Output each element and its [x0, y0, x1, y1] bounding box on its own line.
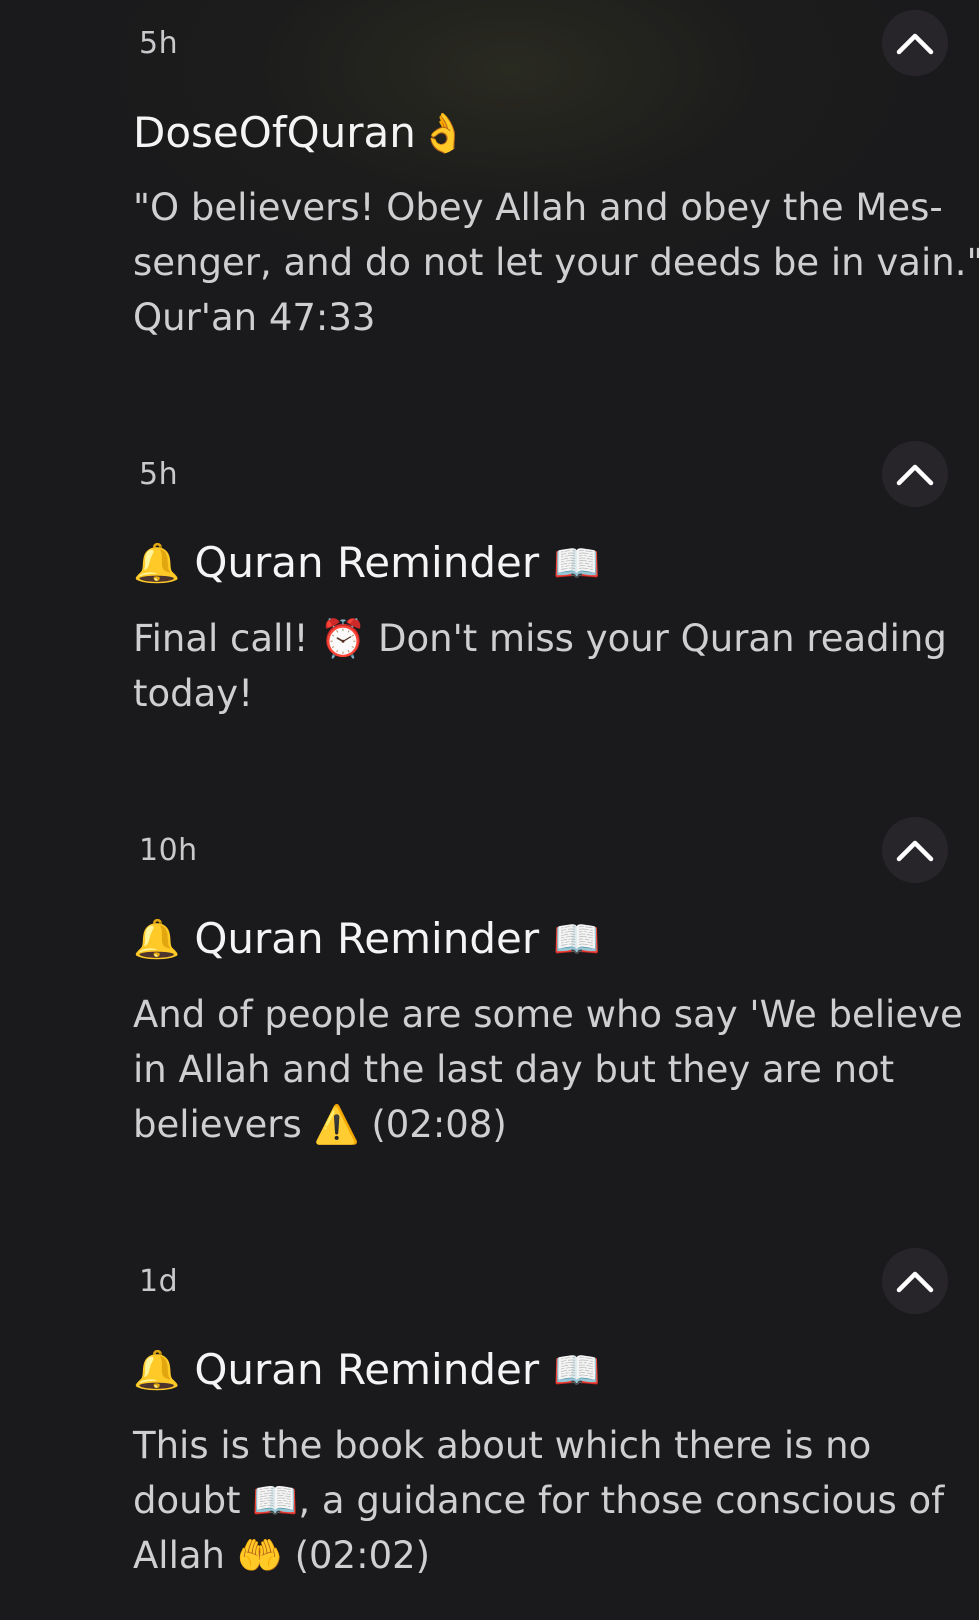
chevron-up-icon — [896, 840, 934, 862]
notification-time: 10h — [139, 833, 198, 868]
chevron-up-icon — [896, 464, 934, 486]
collapse-button[interactable] — [882, 10, 948, 76]
bell-icon: 🔔 — [133, 916, 181, 961]
body-line: And of people are some who say 'We belie… — [133, 993, 963, 1036]
body-line: doubt 📖, a guidance for those conscious … — [133, 1479, 945, 1522]
notification-body: Final call! ⏰ Don't miss your Quran read… — [133, 611, 948, 721]
chevron-up-icon — [896, 33, 934, 55]
collapse-button[interactable] — [882, 441, 948, 507]
body-line: "O believers! Obey Allah and obey the Me… — [133, 186, 943, 229]
bell-icon: 🔔 — [133, 540, 181, 585]
notification-title-text: Quran Reminder — [194, 914, 540, 963]
body-line: believers ⚠️ (02:08) — [133, 1103, 507, 1146]
body-line: Qur'an 47:33 — [133, 296, 376, 339]
notification-body: "O believers! Obey Allah and obey the Me… — [133, 180, 979, 345]
ok-hand-emoji: 👌 — [419, 110, 468, 155]
chevron-up-icon — [896, 1271, 934, 1293]
notification-body: This is the book about which there is no… — [133, 1418, 948, 1583]
body-line: This is the book about which there is no — [133, 1424, 872, 1467]
body-line: Allah 🤲 (02:02) — [133, 1534, 431, 1577]
notification-time: 5h — [139, 26, 179, 61]
notification-title-text: Quran Reminder — [194, 538, 540, 587]
app-name: DoseOfQuran — [133, 108, 416, 157]
body-line: today! — [133, 672, 254, 715]
collapse-button[interactable] — [882, 817, 948, 883]
open-book-icon: 📖 — [553, 540, 601, 585]
notification-title: 🔔 Quran Reminder 📖 — [133, 914, 600, 963]
open-book-icon: 📖 — [553, 916, 601, 961]
body-line: in Allah and the last day but they are n… — [133, 1048, 895, 1091]
notification-title: 🔔 Quran Reminder 📖 — [133, 538, 600, 587]
body-line: Final call! ⏰ Don't miss your Quran read… — [133, 617, 947, 660]
notification-title: DoseOfQuran 👌 — [133, 108, 467, 157]
notification-time: 1d — [139, 1264, 179, 1299]
notification-title: 🔔 Quran Reminder 📖 — [133, 1345, 600, 1394]
notification-body: And of people are some who say 'We belie… — [133, 987, 963, 1152]
collapse-button[interactable] — [882, 1248, 948, 1314]
notification-time: 5h — [139, 457, 179, 492]
notification-title-text: Quran Reminder — [194, 1345, 540, 1394]
bell-icon: 🔔 — [133, 1347, 181, 1392]
open-book-icon: 📖 — [553, 1347, 601, 1392]
body-line: senger, and do not let your deeds be in … — [133, 241, 979, 284]
